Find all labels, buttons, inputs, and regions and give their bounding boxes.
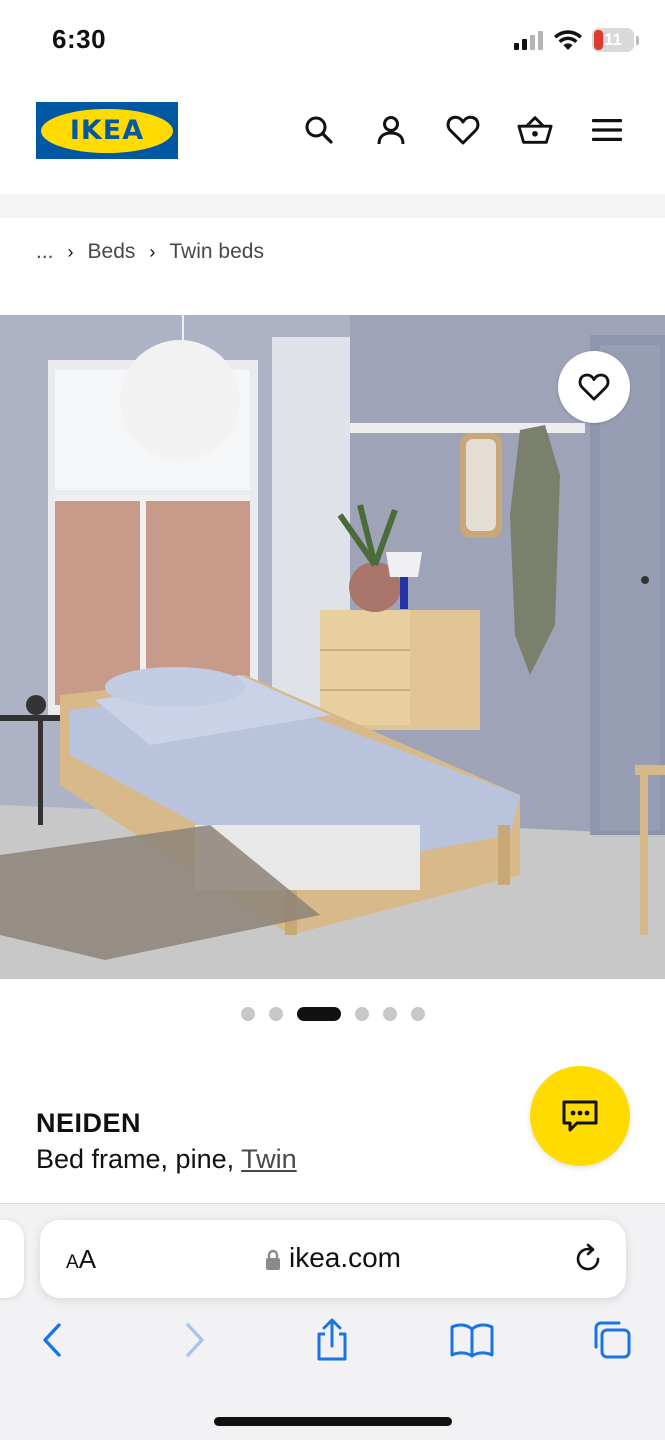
status-icons: 11: [514, 28, 639, 52]
breadcrumb-beds[interactable]: Beds: [88, 240, 136, 264]
heart-icon: [578, 373, 610, 401]
status-bar: 6:30 11: [0, 0, 665, 82]
size-link[interactable]: Twin: [241, 1144, 297, 1174]
chevron-right-icon: ›: [67, 241, 74, 262]
chevron-right-icon: [186, 1323, 204, 1357]
address-bar[interactable]: AA ikea.com: [40, 1220, 626, 1298]
carousel-dot[interactable]: [240, 1007, 255, 1021]
status-time: 6:30: [52, 24, 107, 54]
add-to-favourites-button[interactable]: [558, 351, 630, 423]
product-image[interactable]: [0, 315, 665, 979]
breadcrumb-twin-beds[interactable]: Twin beds: [169, 240, 264, 264]
battery-indicator: 11: [592, 28, 634, 52]
product-description-text: Bed frame, pine,: [36, 1144, 242, 1174]
cart-icon[interactable]: [517, 112, 553, 148]
breadcrumb: ... › Beds › Twin beds: [36, 240, 264, 264]
share-button[interactable]: [310, 1318, 354, 1362]
battery-level: 11: [604, 30, 622, 49]
previous-tab-preview[interactable]: [0, 1220, 24, 1298]
bookmarks-button[interactable]: [450, 1318, 494, 1362]
carousel-dot[interactable]: [382, 1007, 397, 1021]
tabs-button[interactable]: [590, 1318, 634, 1362]
browser-nav-toolbar: [0, 1312, 665, 1372]
account-icon[interactable]: [373, 112, 409, 148]
home-indicator[interactable]: [214, 1417, 452, 1426]
url-display[interactable]: ikea.com: [40, 1242, 626, 1274]
heart-icon[interactable]: [445, 112, 481, 148]
book-icon: [450, 1323, 494, 1358]
lock-icon: [265, 1249, 280, 1270]
wifi-icon: [554, 30, 582, 50]
reload-icon[interactable]: [572, 1242, 604, 1274]
chevron-left-icon: [43, 1323, 61, 1357]
search-icon[interactable]: [301, 112, 337, 148]
browser-toolbar-area: AA ikea.com: [0, 1203, 665, 1440]
share-icon: [317, 1318, 347, 1361]
bedroom-photo: [0, 315, 665, 979]
carousel-dot[interactable]: [410, 1007, 425, 1021]
chat-button[interactable]: [530, 1066, 630, 1166]
product-name: NEIDEN: [36, 1108, 142, 1138]
breadcrumb-ellipsis[interactable]: ...: [36, 240, 54, 264]
product-description: Bed frame, pine, Twin: [36, 1144, 297, 1175]
forward-button[interactable]: [173, 1318, 217, 1362]
chevron-right-icon: ›: [149, 241, 156, 262]
carousel-dot[interactable]: [354, 1007, 369, 1021]
header-divider: [0, 194, 665, 218]
carousel-dot-active[interactable]: [296, 1007, 341, 1021]
cellular-signal-icon: [514, 31, 543, 50]
menu-icon[interactable]: [589, 112, 625, 148]
chat-icon: [562, 1100, 598, 1132]
logo-text: IKEA: [69, 115, 145, 146]
ikea-logo[interactable]: IKEA: [36, 102, 178, 159]
site-header: IKEA: [0, 82, 665, 194]
header-icons: [301, 112, 625, 148]
back-button[interactable]: [30, 1318, 74, 1362]
carousel-dot[interactable]: [268, 1007, 283, 1021]
tabs-icon: [594, 1321, 631, 1359]
url-text: ikea.com: [288, 1242, 402, 1273]
carousel-dots: [0, 1007, 665, 1021]
